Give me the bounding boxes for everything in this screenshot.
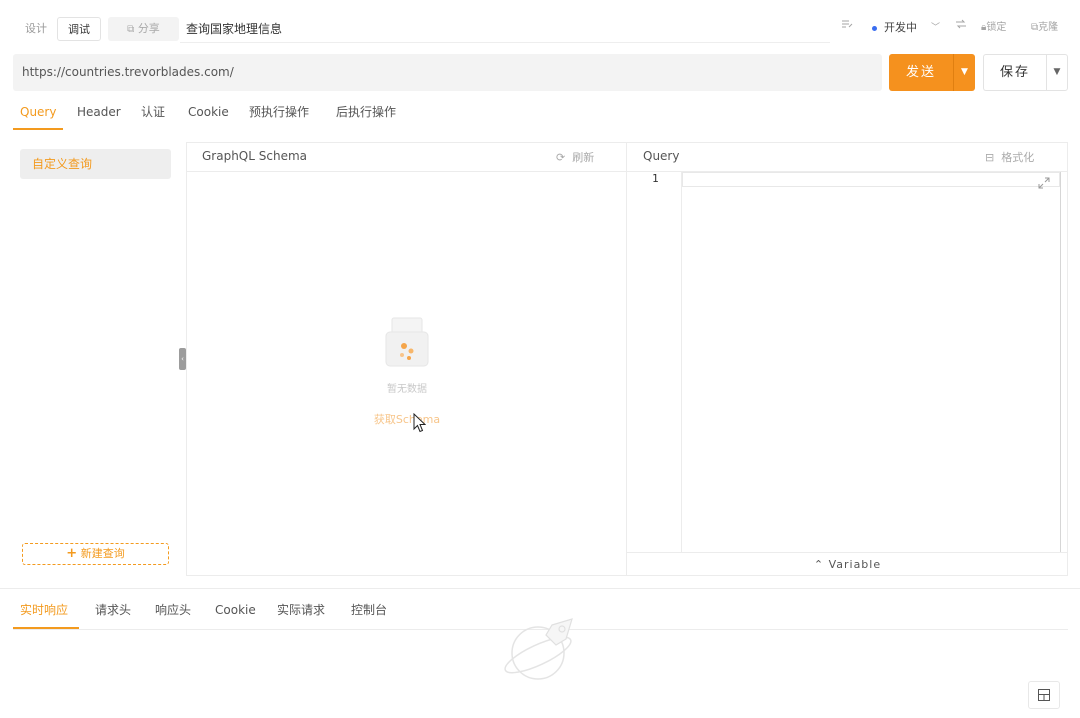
bottom-divider [0,588,1080,589]
format-icon: ⊟ [985,151,995,164]
sidebar-item-custom-query[interactable]: 自定义查询 [20,149,171,179]
format-label: 格式化 [1001,151,1035,164]
expand-icon[interactable] [1037,176,1051,190]
schema-pane-title: GraphQL Schema [202,149,307,163]
refresh-icon: ⟳ [556,151,566,164]
chevron-down-icon[interactable]: ﹀ [931,18,940,38]
tab-auth[interactable]: 认证 [141,102,165,122]
new-query-label: 新建查询 [80,547,125,560]
env-selector[interactable]: 开发中 [884,18,917,38]
tab-request-headers[interactable]: 请求头 [95,600,131,620]
layout-icon [1038,689,1050,701]
send-dropdown-chevron-icon[interactable]: ▼ [953,54,975,91]
plus-icon: + [66,546,78,561]
schema-refresh-button[interactable]: ⟳ 刷新 [556,149,594,165]
clone-label: 克隆 [1038,22,1059,33]
tab-header[interactable]: Header [77,102,121,122]
tab-pre-script[interactable]: 预执行操作 [249,102,309,122]
empty-box-icon [385,317,429,367]
env-status-dot [872,26,877,31]
query-pane-title: Query [643,149,680,163]
editor-scrollbar[interactable] [1060,172,1061,552]
active-tab-underline [13,128,63,130]
tab-cookie[interactable]: Cookie [188,102,229,122]
share-button[interactable]: ⧉ 分享 [108,17,179,41]
editor-gutter-border [681,172,682,552]
env-settings-icon[interactable] [955,18,967,38]
tab-live-response[interactable]: 实时响应 [20,600,68,620]
empty-state-text: 暂无数据 [387,384,427,395]
url-input[interactable]: https://countries.trevorblades.com/ [13,54,882,91]
line-number: 1 [652,172,659,185]
request-name-input[interactable]: 查询国家地理信息 [180,15,830,43]
clone-button[interactable]: ⧉克隆 [1031,18,1058,38]
tab-post-script[interactable]: 后执行操作 [336,102,396,122]
tab-debug[interactable]: 调试 [57,17,101,41]
tab-response-cookie[interactable]: Cookie [215,600,256,620]
layout-toggle-button[interactable] [1028,681,1060,709]
mouse-pointer-icon [413,413,426,433]
collapse-sidebar-handle[interactable]: ‹ [179,348,186,370]
tab-console[interactable]: 控制台 [351,600,387,620]
rocket-planet-icon [504,618,573,680]
tab-response-headers[interactable]: 响应头 [155,600,191,620]
new-query-button[interactable]: + 新建查询 [22,543,169,565]
share-icon: ⧉ [127,24,135,35]
edit-note-icon[interactable] [841,18,853,38]
lock-button[interactable]: 🔒︎锁定 [981,18,1006,38]
format-button[interactable]: ⊟ 格式化 [985,149,1034,165]
save-button[interactable]: 保存 [983,54,1046,91]
query-pane [627,142,1068,576]
variable-toggle[interactable]: ⌃ Variable [627,552,1068,576]
tab-actual-request[interactable]: 实际请求 [277,600,325,620]
tab-design[interactable]: 设计 [15,17,57,41]
tab-query[interactable]: Query [20,102,56,122]
variable-label: Variable [828,558,882,571]
fetch-schema-link[interactable]: 获取Schema [360,411,454,427]
send-button[interactable]: 发送 [889,54,953,91]
query-editor[interactable] [682,172,1060,187]
share-label: 分享 [137,22,160,35]
refresh-label: 刷新 [572,151,595,164]
save-dropdown-chevron-icon[interactable]: ▼ [1046,54,1068,91]
chevron-up-icon: ⌃ [813,558,825,571]
lock-label: 锁定 [986,22,1007,33]
